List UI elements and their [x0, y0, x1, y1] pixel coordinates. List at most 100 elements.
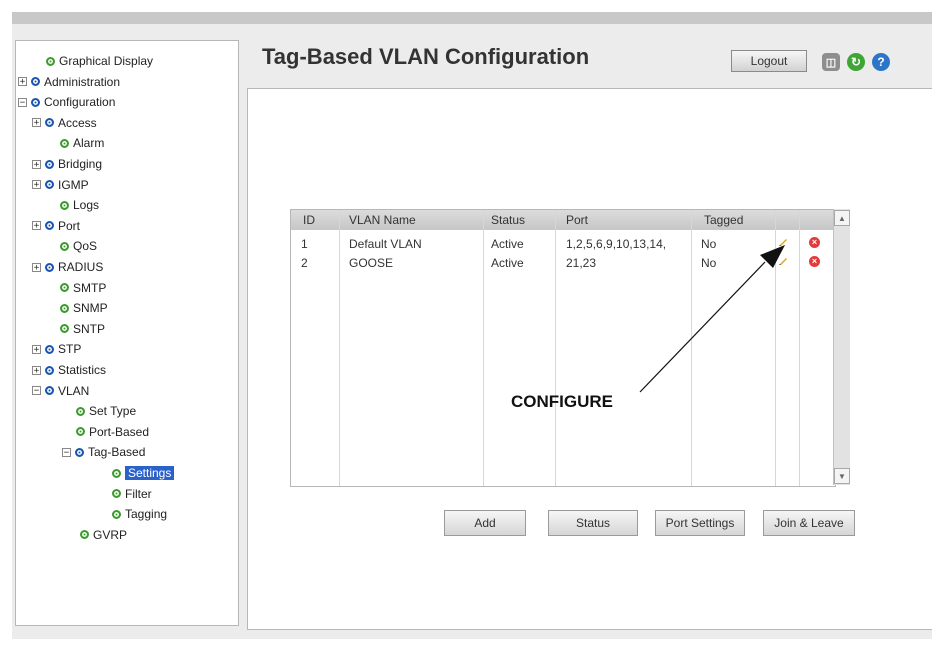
sidebar-item-label: VLAN — [58, 383, 90, 398]
collapse-icon[interactable]: − — [62, 447, 71, 457]
sidebar-item-graphical-display[interactable]: Graphical Display — [46, 51, 153, 71]
sidebar-item-label: Configuration — [44, 95, 116, 110]
sidebar-item-snmp[interactable]: SNMP — [60, 298, 108, 318]
column-header-vlan-name[interactable]: VLAN Name — [349, 213, 416, 227]
refresh-icon[interactable]: ↻ — [847, 53, 865, 71]
scroll-down-arrow-icon[interactable]: ▼ — [834, 468, 850, 484]
cell-status: Active — [491, 256, 524, 270]
expand-icon[interactable]: + — [32, 262, 41, 272]
sidebar-item-label: Graphical Display — [59, 54, 154, 68]
sidebar-item-port[interactable]: + Port — [32, 216, 80, 236]
sidebar-item-vlan[interactable]: − VLAN — [32, 381, 89, 401]
help-icon[interactable]: ? — [872, 53, 890, 71]
cell-port: 21,23 — [566, 256, 597, 270]
vlan-table: ID VLAN Name Status Port Tagged 1 Defaul… — [290, 209, 836, 487]
edit-pencil-icon[interactable] — [778, 256, 788, 266]
column-header-status[interactable]: Status — [491, 213, 525, 227]
expand-icon[interactable]: + — [18, 77, 27, 87]
cell-port: 1,2,5,6,9,10,13,14, — [566, 237, 667, 251]
top-strip — [12, 12, 932, 24]
sidebar-item-gvrp[interactable]: GVRP — [80, 525, 127, 545]
sidebar-item-settings[interactable]: Settings — [112, 463, 175, 483]
sidebar-item-label: Statistics — [58, 363, 107, 377]
sidebar-item-igmp[interactable]: + IGMP — [32, 175, 89, 195]
sidebar-item-administration[interactable]: + Administration — [18, 72, 120, 92]
sidebar-item-label: Port-Based — [89, 424, 150, 439]
folder-bullet-icon — [45, 180, 54, 190]
expand-icon[interactable]: + — [32, 118, 41, 128]
status-button[interactable]: Status — [548, 510, 638, 536]
sidebar-item-qos[interactable]: QoS — [60, 236, 97, 256]
column-header-tagged[interactable]: Tagged — [704, 213, 743, 227]
column-header-id[interactable]: ID — [303, 213, 315, 227]
leaf-bullet-icon — [76, 406, 85, 416]
sidebar-item-label: STP — [58, 342, 82, 357]
sidebar-item-filter[interactable]: Filter — [112, 484, 152, 504]
sidebar-item-radius[interactable]: + RADIUS — [32, 257, 103, 277]
folder-bullet-icon — [31, 77, 40, 87]
expand-icon[interactable]: + — [32, 365, 41, 375]
folder-bullet-icon — [45, 262, 54, 272]
sidebar-item-sntp[interactable]: SNTP — [60, 319, 105, 339]
folder-bullet-icon — [75, 447, 84, 457]
sidebar-item-access[interactable]: + Access — [32, 113, 97, 133]
sidebar-item-label: SNMP — [73, 301, 108, 316]
leaf-bullet-icon — [60, 324, 69, 334]
edit-pencil-icon[interactable] — [778, 237, 788, 247]
sidebar-item-smtp[interactable]: SMTP — [60, 278, 106, 298]
sidebar-item-stp[interactable]: + STP — [32, 339, 81, 359]
sidebar-item-bridging[interactable]: + Bridging — [32, 154, 102, 174]
sidebar-item-alarm[interactable]: Alarm — [60, 133, 104, 153]
leaf-bullet-icon — [60, 283, 69, 293]
sidebar-item-label: Settings — [125, 466, 175, 480]
folder-bullet-icon — [31, 97, 40, 107]
sidebar-item-tag-based[interactable]: − Tag-Based — [62, 442, 145, 462]
scroll-up-arrow-icon[interactable]: ▲ — [834, 210, 850, 226]
sidebar-item-label: RADIUS — [58, 260, 104, 274]
port-settings-button[interactable]: Port Settings — [655, 510, 745, 536]
logout-button[interactable]: Logout — [731, 50, 807, 72]
expand-icon[interactable]: + — [32, 180, 41, 190]
leaf-bullet-icon — [112, 468, 121, 478]
leaf-bullet-icon — [80, 530, 89, 540]
collapse-icon[interactable]: − — [32, 386, 41, 396]
sidebar-item-logs[interactable]: Logs — [60, 195, 99, 215]
delete-icon[interactable]: × — [809, 256, 820, 267]
table-scrollbar[interactable]: ▲ ▼ — [833, 209, 850, 485]
sidebar-item-statistics[interactable]: + Statistics — [32, 360, 106, 380]
sidebar-item-set-type[interactable]: Set Type — [76, 401, 136, 421]
column-header-port[interactable]: Port — [566, 213, 588, 227]
folder-bullet-icon — [45, 118, 54, 128]
save-icon[interactable]: ◫ — [822, 53, 840, 71]
cell-vlan-name: GOOSE — [349, 256, 394, 270]
collapse-icon[interactable]: − — [18, 97, 27, 107]
folder-bullet-icon — [45, 221, 54, 231]
sidebar-item-configuration[interactable]: − Configuration — [18, 92, 115, 112]
page-title: Tag-Based VLAN Configuration — [262, 44, 590, 69]
expand-icon[interactable]: + — [32, 159, 41, 169]
sidebar-item-port-based[interactable]: Port-Based — [76, 422, 149, 442]
join-leave-button[interactable]: Join & Leave — [763, 510, 855, 536]
delete-icon[interactable]: × — [809, 237, 820, 248]
add-button[interactable]: Add — [444, 510, 526, 536]
cell-tagged: No — [701, 237, 717, 251]
folder-bullet-icon — [45, 159, 54, 169]
leaf-bullet-icon — [46, 56, 55, 66]
leaf-bullet-icon — [60, 303, 69, 313]
leaf-bullet-icon — [60, 200, 69, 210]
cell-status: Active — [491, 237, 524, 251]
sidebar-item-label: QoS — [73, 239, 98, 254]
expand-icon[interactable]: + — [32, 344, 41, 354]
leaf-bullet-icon — [60, 241, 69, 251]
folder-bullet-icon — [45, 386, 54, 396]
sidebar-item-label: Set Type — [89, 404, 137, 419]
sidebar-item-tagging[interactable]: Tagging — [112, 504, 167, 524]
folder-bullet-icon — [45, 365, 54, 375]
expand-icon[interactable]: + — [32, 221, 41, 231]
sidebar-item-label: SMTP — [73, 280, 107, 295]
sidebar-item-label: SNTP — [73, 321, 106, 336]
sidebar-item-label: GVRP — [93, 527, 128, 542]
leaf-bullet-icon — [76, 427, 85, 437]
cell-tagged: No — [701, 256, 717, 270]
leaf-bullet-icon — [112, 509, 121, 519]
